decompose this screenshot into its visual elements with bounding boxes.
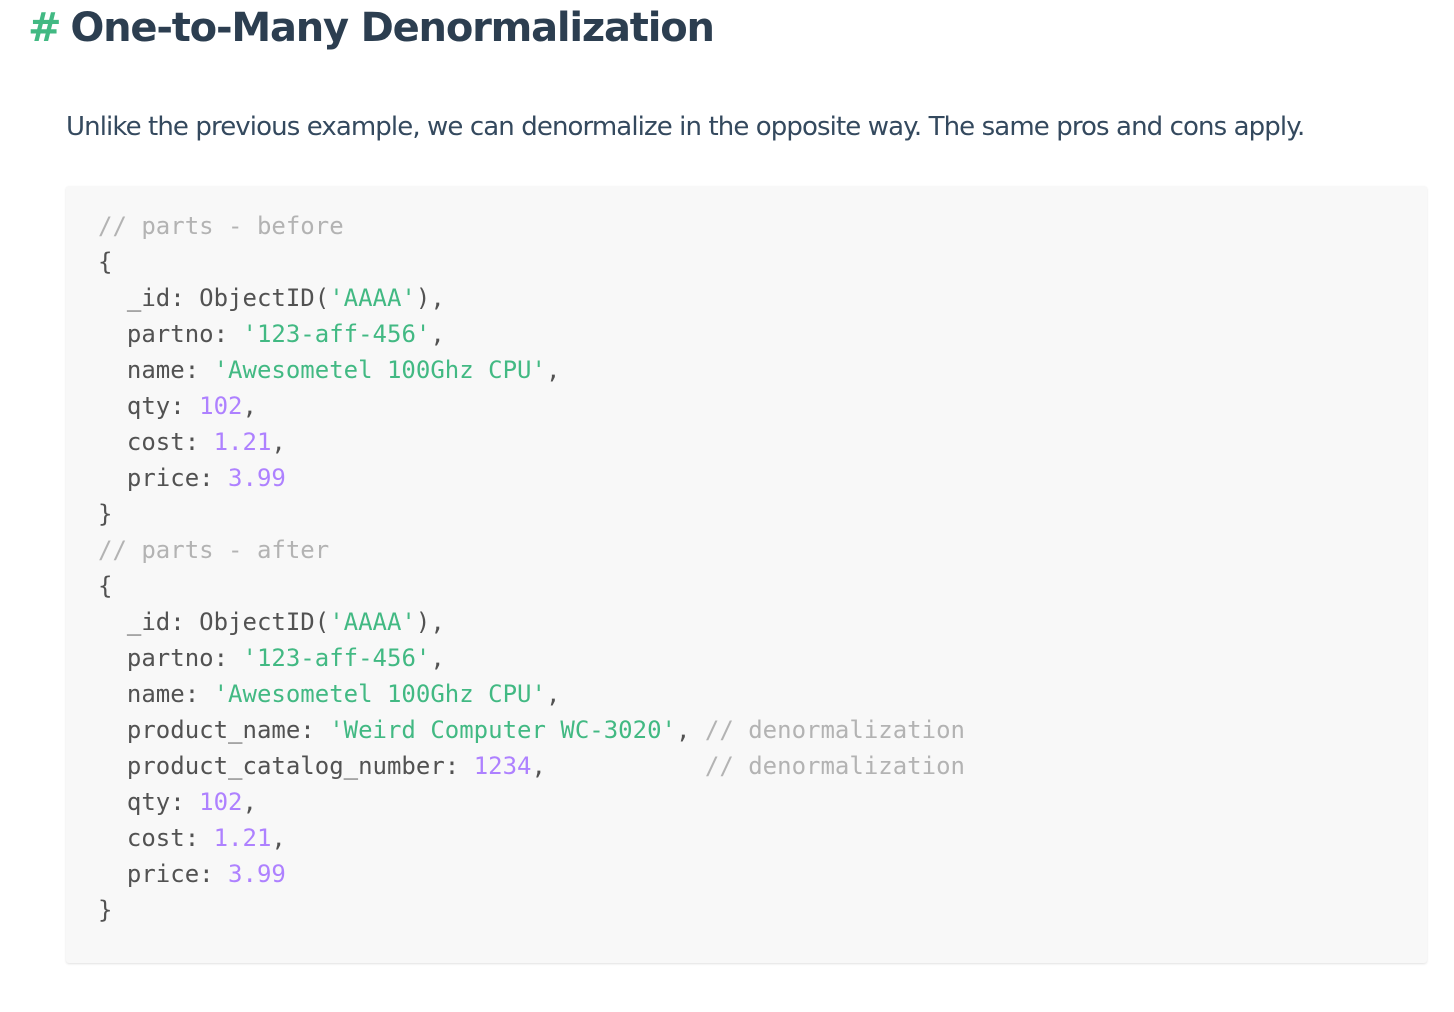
code-line: price: 3.99 [98, 856, 1427, 892]
code-token-plain: cost: [98, 824, 214, 852]
code-token-plain: , [545, 356, 561, 384]
code-token-plain: , [242, 788, 257, 816]
code-token-plain: price: [98, 860, 229, 888]
code-token-plain: , [430, 320, 445, 348]
code-token-plain: price: [98, 464, 229, 492]
code-block[interactable]: // parts - before{ _id: ObjectID('AAAA')… [66, 186, 1427, 963]
code-token-plain: ), [415, 608, 445, 636]
code-token-plain: , [242, 392, 257, 420]
code-line: product_catalog_number: 1234, // denorma… [98, 748, 1427, 784]
code-token-plain: product_catalog_number: [98, 752, 474, 780]
code-line: // parts - after [98, 532, 1427, 568]
code-line: price: 3.99 [98, 460, 1427, 496]
code-token-plain: , [545, 680, 561, 708]
code-token-plain: { [98, 572, 113, 600]
code-token-string: '123-aff-456' [242, 644, 431, 672]
code-token-plain: cost: [98, 428, 214, 456]
code-line: product_name: 'Weird Computer WC-3020', … [98, 712, 1427, 748]
code-token-plain: } [98, 500, 113, 528]
code-token-plain: ), [415, 284, 445, 312]
code-token-comment: // parts - after [98, 536, 330, 564]
code-line: partno: '123-aff-456', [98, 316, 1427, 352]
code-token-plain: qty: [98, 392, 200, 420]
code-line: qty: 102, [98, 784, 1427, 820]
doc-page: # One-to-Many Denormalization Unlike the… [0, 0, 1454, 1012]
heading-anchor-link[interactable]: # [28, 5, 62, 51]
code-token-number: 1234 [473, 752, 532, 780]
code-token-plain: partno: [98, 644, 243, 672]
code-token-string: '123-aff-456' [242, 320, 431, 348]
code-line: cost: 1.21, [98, 424, 1427, 460]
section-heading: # One-to-Many Denormalization [28, 0, 715, 56]
code-line: { [98, 244, 1427, 280]
code-token-plain: _id: ObjectID( [98, 608, 330, 636]
code-token-plain: , [271, 824, 286, 852]
heading-title: One-to-Many Denormalization [70, 5, 715, 51]
code-token-plain: , [531, 752, 705, 780]
code-token-number: 102 [199, 788, 243, 816]
code-token-string: 'Awesometel 100Ghz CPU' [213, 356, 546, 384]
code-token-number: 3.99 [228, 860, 286, 888]
code-token-plain: } [98, 896, 113, 924]
code-line: _id: ObjectID('AAAA'), [98, 604, 1427, 640]
code-token-number: 3.99 [228, 464, 286, 492]
code-token-plain: product_name: [98, 716, 330, 744]
code-token-plain: name: [98, 356, 214, 384]
code-token-comment: // denormalization [704, 752, 965, 780]
code-token-comment: // parts - before [98, 212, 344, 240]
code-token-string: 'AAAA' [329, 284, 416, 312]
code-token-plain: , [675, 716, 705, 744]
code-token-comment: // denormalization [704, 716, 965, 744]
code-token-plain: , [430, 644, 445, 672]
code-content: // parts - before{ _id: ObjectID('AAAA')… [98, 208, 1427, 928]
code-line: name: 'Awesometel 100Ghz CPU', [98, 352, 1427, 388]
code-token-plain: { [98, 248, 113, 276]
code-line: } [98, 892, 1427, 928]
code-line: name: 'Awesometel 100Ghz CPU', [98, 676, 1427, 712]
code-token-plain: partno: [98, 320, 243, 348]
code-token-number: 102 [199, 392, 243, 420]
code-token-number: 1.21 [213, 428, 272, 456]
code-token-plain: _id: ObjectID( [98, 284, 330, 312]
code-line: _id: ObjectID('AAAA'), [98, 280, 1427, 316]
code-token-plain: , [271, 428, 286, 456]
code-token-string: 'AAAA' [329, 608, 416, 636]
code-token-string: 'Awesometel 100Ghz CPU' [213, 680, 546, 708]
code-line: // parts - before [98, 208, 1427, 244]
code-line: partno: '123-aff-456', [98, 640, 1427, 676]
code-token-plain: name: [98, 680, 214, 708]
code-line: } [98, 496, 1427, 532]
code-line: qty: 102, [98, 388, 1427, 424]
code-token-number: 1.21 [213, 824, 272, 852]
code-line: cost: 1.21, [98, 820, 1427, 856]
code-token-string: 'Weird Computer WC-3020' [329, 716, 676, 744]
code-line: { [98, 568, 1427, 604]
code-token-plain: qty: [98, 788, 200, 816]
intro-paragraph: Unlike the previous example, we can deno… [66, 112, 1305, 142]
